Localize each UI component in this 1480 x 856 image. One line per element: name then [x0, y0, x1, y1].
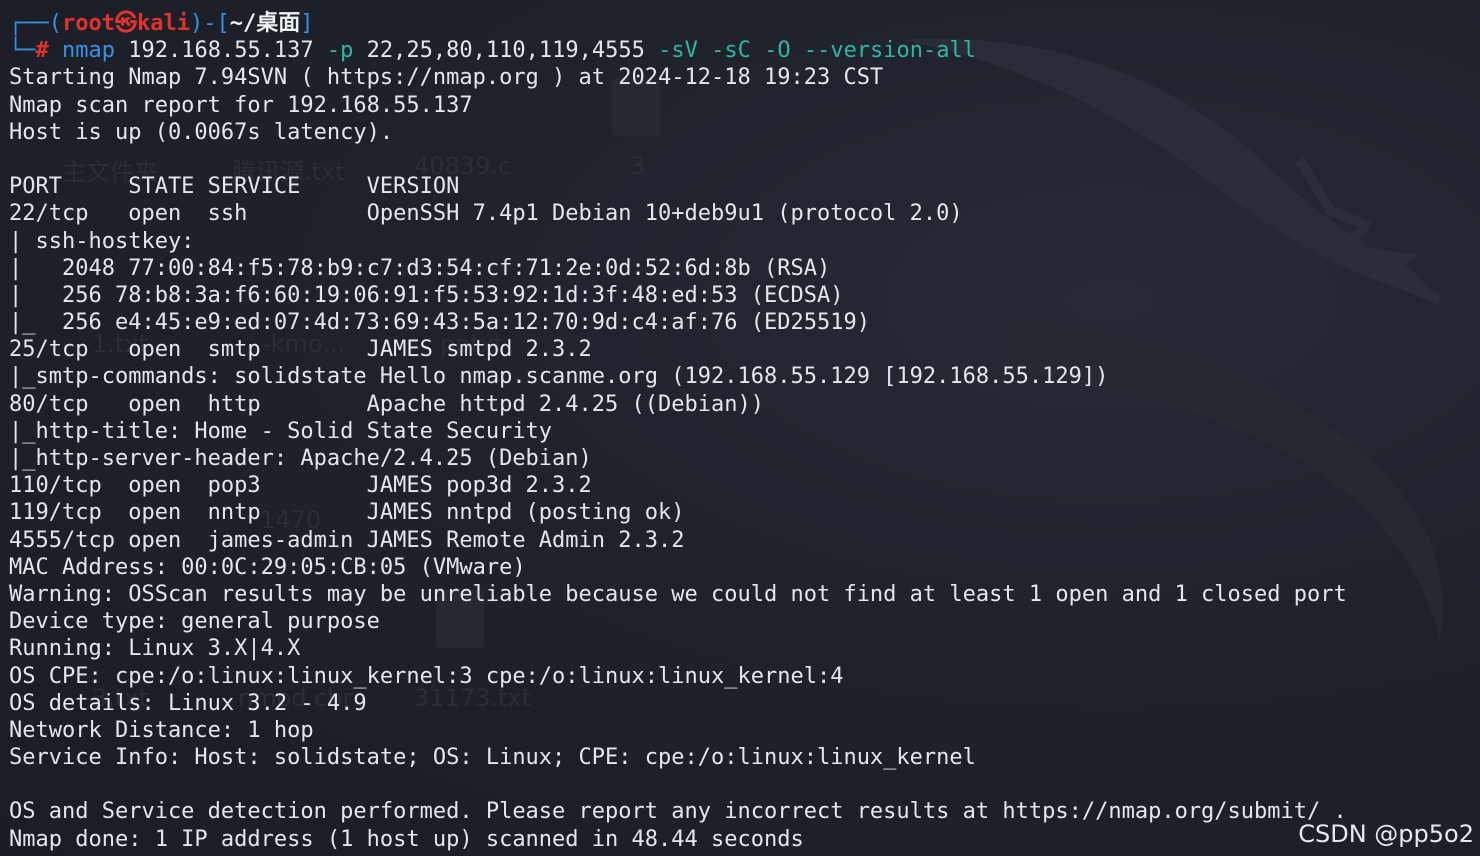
output-line: |_http-server-header: Apache/2.4.25 (Deb…	[9, 446, 592, 471]
command-flag-sv: -sV	[658, 38, 698, 64]
command-flag-version-all: --version-all	[803, 38, 977, 64]
terminal-output[interactable]: ┌──(root㉿kali)-[~/桌面] └─# nmap 192.168.5…	[9, 10, 1480, 853]
port-row-smtp: 25/tcp open smtp JAMES smtpd 2.3.2	[9, 337, 592, 363]
output-line: |_ 256 e4:45:e9:ed:07:4d:73:69:43:5a:12:…	[9, 310, 870, 336]
output-line: MAC Address: 00:0C:29:05:CB:05 (VMware)	[9, 554, 526, 580]
output-line: Network Distance: 1 hop	[9, 717, 314, 743]
command-flag-o: -O	[764, 38, 791, 64]
command-name: nmap	[62, 38, 115, 64]
prompt-corner-top: ┌──	[9, 11, 49, 36]
output-line: | 2048 77:00:84:f5:78:b9:c7:d3:54:cf:71:…	[9, 255, 831, 281]
output-line: Nmap scan report for 192.168.55.137	[9, 92, 473, 118]
output-line: Service Info: Host: solidstate; OS: Linu…	[9, 745, 976, 771]
port-row-ssh: 22/tcp open ssh OpenSSH 7.4p1 Debian 10+…	[9, 201, 963, 227]
port-row-http: 80/tcp open http Apache httpd 2.4.25 ((D…	[9, 391, 764, 417]
prompt-corner-bottom: └─	[9, 38, 36, 64]
terminal-window[interactable]: 主文件夹 腾讯源.txt 40839.c 3 1.txt -kmo... ppt…	[0, 0, 1480, 856]
prompt-close-bracket: ]	[300, 11, 314, 36]
command-ports: 22,25,80,110,119,4555	[366, 38, 645, 64]
command-flag-sc: -sC	[711, 38, 751, 64]
output-line: | 256 78:b8:3a:f6:60:19:06:91:f5:53:92:1…	[9, 282, 844, 308]
output-line: Device type: general purpose	[9, 609, 380, 635]
output-line: Warning: OSScan results may be unreliabl…	[9, 581, 1347, 607]
prompt-open-bracket: [	[216, 11, 230, 36]
output-line: OS CPE: cpe:/o:linux:linux_kernel:3 cpe:…	[9, 663, 844, 689]
prompt-dash: -	[203, 11, 217, 36]
output-line: |_http-title: Home - Solid State Securit…	[9, 418, 553, 444]
output-line: | ssh-hostkey:	[9, 228, 208, 254]
port-table-header: PORT STATE SERVICE VERSION	[9, 174, 460, 200]
port-row-james-admin: 4555/tcp open james-admin JAMES Remote A…	[9, 527, 685, 553]
csdn-watermark: CSDN @pp5o2	[1298, 820, 1474, 848]
prompt-close-paren: )	[189, 11, 204, 36]
command-line: └─# nmap 192.168.55.137 -p 22,25,80,110,…	[9, 37, 1480, 64]
output-line: Nmap done: 1 IP address (1 host up) scan…	[9, 826, 804, 852]
output-line: |_smtp-commands: solidstate Hello nmap.s…	[9, 364, 1109, 390]
output-line: OS and Service detection performed. Plea…	[9, 799, 1347, 825]
prompt-user-host: root㉿kali	[62, 11, 190, 36]
output-line: Host is up (0.0067s latency).	[9, 119, 394, 145]
prompt-line: ┌──(root㉿kali)-[~/桌面]	[9, 10, 1480, 37]
port-row-pop3: 110/tcp open pop3 JAMES pop3d 2.3.2	[9, 473, 592, 499]
command-flag-p: -p	[326, 38, 354, 64]
port-row-nntp: 119/tcp open nntp JAMES nntpd (posting o…	[9, 500, 685, 526]
prompt-directory: ~/桌面	[229, 11, 301, 36]
prompt-hash: #	[35, 38, 49, 64]
output-line: Running: Linux 3.X|4.X	[9, 636, 301, 662]
output-line: OS details: Linux 3.2 - 4.9	[9, 690, 367, 716]
command-target: 192.168.55.137	[128, 38, 314, 64]
prompt-open-paren: (	[48, 11, 62, 36]
output-line: Starting Nmap 7.94SVN ( https://nmap.org…	[9, 65, 884, 91]
